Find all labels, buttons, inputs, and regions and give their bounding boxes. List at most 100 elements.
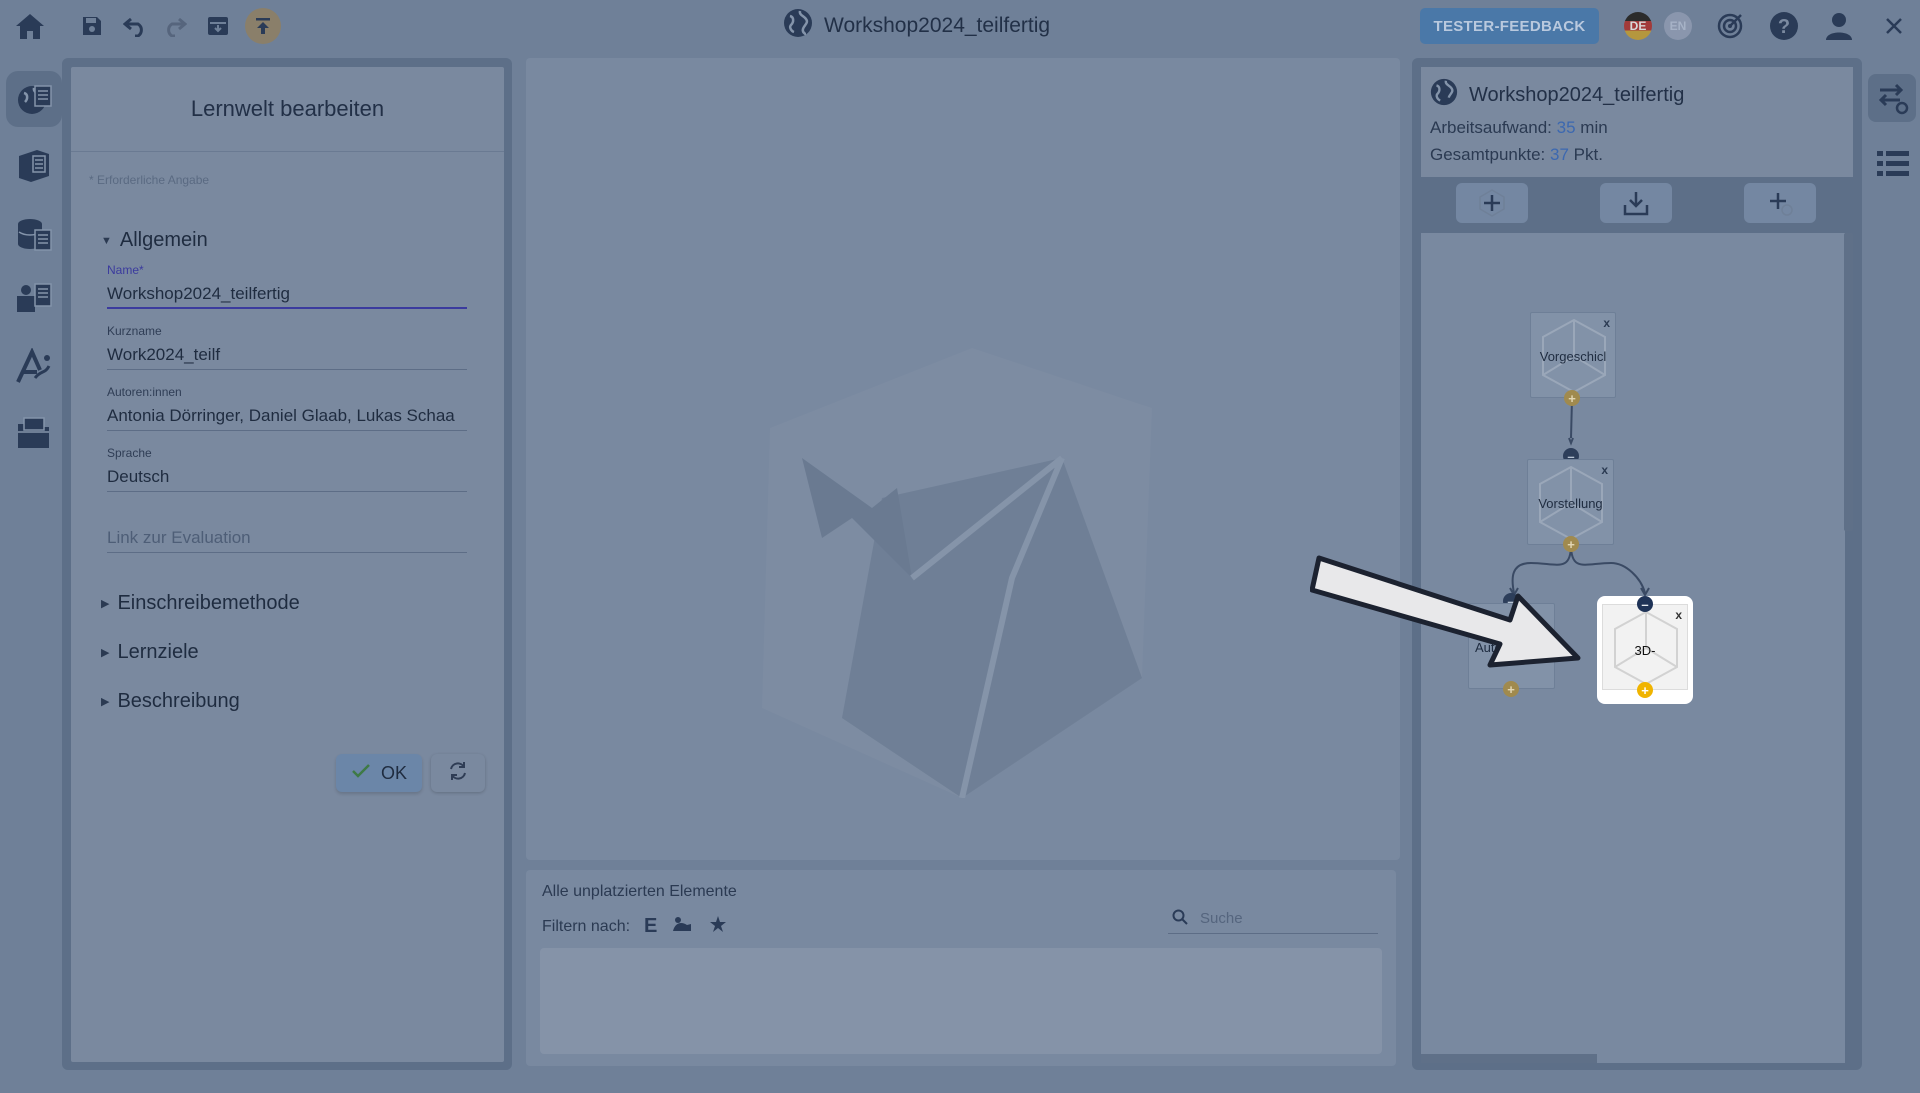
evaluation-input[interactable]: Link zur Evaluation	[107, 523, 467, 553]
world-info-title: Workshop2024_teilfertig	[1429, 77, 1684, 113]
search-placeholder: Suche	[1200, 910, 1243, 927]
check-icon	[351, 763, 371, 784]
name-field[interactable]: Name* Workshop2024_teilfertig	[107, 263, 467, 309]
shortname-label: Kurzname	[107, 324, 162, 338]
workload-unit: min	[1580, 118, 1608, 137]
space-node-3d[interactable]: x 3D-	[1602, 604, 1688, 690]
canvas-vertical-scrollbar[interactable]	[1844, 233, 1853, 531]
points-label: Gesamtpunkte:	[1430, 145, 1546, 164]
folder-icon[interactable]	[6, 405, 62, 461]
node-output-plus[interactable]: +	[1564, 390, 1580, 406]
add-space-button[interactable]	[1456, 183, 1528, 223]
list-view-icon[interactable]	[1870, 144, 1916, 184]
tester-feedback-button[interactable]: TESTER-FEEDBACK	[1420, 8, 1599, 44]
top-bar: Workshop2024_teilfertig TESTER-FEEDBACK …	[0, 0, 1920, 52]
node-label: 3D-	[1634, 643, 1656, 658]
filter-elements-button[interactable]: E	[644, 915, 657, 938]
caret-right-icon: ▶	[101, 696, 110, 708]
import-button[interactable]	[1600, 183, 1672, 223]
svg-text:?: ?	[1778, 16, 1790, 38]
authors-input[interactable]: Antonia Dörringer, Daniel Glaab, Lukas S…	[107, 401, 467, 431]
ok-button[interactable]: OK	[336, 754, 422, 792]
language-de-button[interactable]: DE	[1624, 12, 1652, 40]
highlighted-space-node[interactable]: x 3D- – +	[1597, 596, 1693, 704]
section-description-label: Beschreibung	[117, 690, 240, 712]
empty-world-illustration	[762, 348, 1152, 798]
language-input[interactable]: Deutsch	[107, 462, 467, 492]
filter-story-icon[interactable]	[671, 915, 693, 938]
name-input[interactable]: Workshop2024_teilfertig	[107, 279, 467, 309]
authors-field[interactable]: Autoren:innen Antonia Dörringer, Daniel …	[107, 385, 467, 431]
undo-icon[interactable]	[120, 10, 152, 42]
language-label: Sprache	[107, 446, 152, 460]
workload-label: Arbeitsaufwand:	[1430, 118, 1552, 137]
world-view-area[interactable]	[526, 58, 1400, 860]
unplaced-drop-area[interactable]	[540, 948, 1382, 1054]
section-goals[interactable]: ▶ Lernziele	[101, 641, 199, 664]
tutorial-arrow-icon	[1310, 555, 1581, 668]
close-icon[interactable]	[1878, 10, 1910, 42]
save-icon[interactable]	[76, 10, 108, 42]
canvas-horizontal-scrollbar[interactable]	[1421, 1054, 1597, 1063]
node-output-plus[interactable]: +	[1563, 536, 1579, 552]
refresh-icon	[447, 760, 469, 787]
section-general-label: Allgemein	[119, 229, 208, 251]
language-en-button[interactable]: EN	[1664, 12, 1692, 40]
globe-icon	[1429, 77, 1459, 113]
language-field[interactable]: Sprache Deutsch	[107, 446, 467, 492]
node-close-button[interactable]: x	[1601, 463, 1608, 477]
globe-icon	[782, 7, 814, 45]
window-title: Workshop2024_teilfertig	[782, 8, 1050, 44]
node-close-button[interactable]: x	[1675, 608, 1682, 622]
path-mode-icon[interactable]	[1868, 74, 1916, 122]
download-icon	[1623, 192, 1649, 216]
evaluation-field[interactable]: Link zur Evaluation	[107, 507, 467, 553]
right-rail	[1866, 70, 1920, 190]
lang-de-label: DE	[1629, 19, 1647, 33]
points-line: Gesamtpunkte: 37 Pkt.	[1430, 145, 1603, 165]
user-icon[interactable]	[1820, 8, 1858, 44]
target-icon[interactable]	[1712, 8, 1748, 44]
space-node-vorgeschichte[interactable]: x Vorgeschicl	[1530, 312, 1616, 398]
node-input-minus[interactable]: –	[1637, 596, 1653, 612]
workload-value: 35	[1556, 118, 1576, 137]
adaptivity-icon[interactable]	[6, 339, 62, 395]
archive-icon[interactable]	[202, 10, 234, 42]
node-output-plus[interactable]: +	[1637, 682, 1653, 698]
unplaced-elements-pane: Alle unplatzierten Elemente Filtern nach…	[526, 870, 1396, 1066]
caret-right-icon: ▶	[101, 647, 110, 659]
section-goals-label: Lernziele	[117, 641, 199, 663]
unplaced-title: Alle unplatzierten Elemente	[542, 883, 737, 900]
name-label: Name*	[107, 263, 144, 277]
node-close-button[interactable]: x	[1603, 316, 1610, 330]
shortname-input[interactable]: Work2024_teilf	[107, 340, 467, 370]
points-unit: Pkt.	[1573, 145, 1603, 164]
section-enrollment[interactable]: ▶ Einschreibemethode	[101, 592, 300, 615]
filter-label: Filtern nach:	[542, 917, 631, 935]
help-icon[interactable]: ?	[1766, 8, 1802, 44]
export-icon[interactable]	[245, 8, 281, 44]
lang-en-label: EN	[1669, 19, 1687, 33]
world-info-header: Workshop2024_teilfertig Arbeitsaufwand: …	[1421, 67, 1853, 177]
element-icon[interactable]	[6, 271, 62, 327]
home-icon[interactable]	[10, 8, 50, 44]
section-description[interactable]: ▶ Beschreibung	[101, 690, 240, 713]
shortname-field[interactable]: Kurzname Work2024_teilf	[107, 324, 467, 370]
section-enrollment-label: Einschreibemethode	[117, 592, 300, 614]
section-general[interactable]: ▼ Allgemein	[101, 229, 208, 252]
filter-row: Filtern nach: E	[542, 914, 729, 939]
ok-label: OK	[380, 762, 407, 783]
redo-icon[interactable]	[158, 10, 190, 42]
reset-button[interactable]	[431, 754, 485, 792]
node-output-plus[interactable]: +	[1503, 681, 1519, 697]
add-condition-button[interactable]	[1744, 183, 1816, 223]
world-title: Workshop2024_teilfertig	[824, 14, 1051, 37]
filter-adaptivity-icon[interactable]	[707, 914, 729, 939]
required-note: * Erforderliche Angabe	[89, 173, 210, 187]
learning-space-icon[interactable]	[6, 137, 62, 193]
learning-world-icon[interactable]	[6, 71, 62, 127]
content-icon[interactable]	[6, 205, 62, 261]
world-info-name: Workshop2024_teilfertig	[1469, 83, 1685, 106]
space-node-vorstellung[interactable]: x Vorstellung	[1527, 459, 1614, 545]
search-field[interactable]: Suche	[1168, 904, 1378, 934]
